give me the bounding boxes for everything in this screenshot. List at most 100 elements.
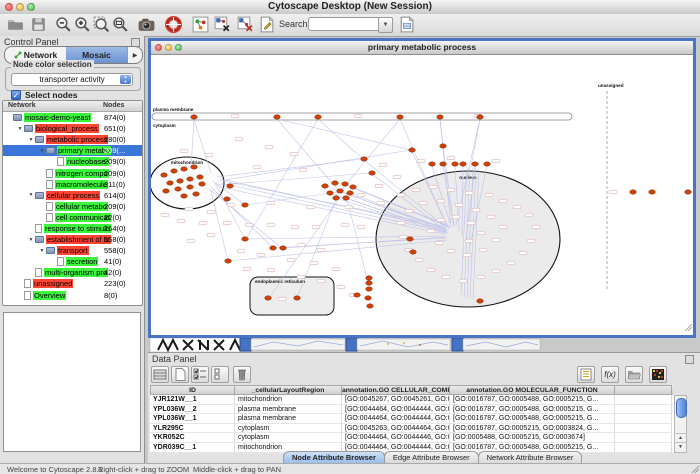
- node-label[interactable]: [237, 249, 245, 253]
- node-label[interactable]: [477, 275, 485, 279]
- network-node[interactable]: [630, 190, 637, 194]
- scroll-down-arrow[interactable]: ▼: [675, 442, 686, 452]
- network-node[interactable]: [477, 115, 484, 119]
- table-row[interactable]: YKR052Ccytoplasm[GO:0044464, GO:0044446,…: [150, 433, 674, 443]
- network-node[interactable]: [280, 246, 287, 250]
- node-label[interactable]: [527, 239, 535, 243]
- import-attributes-folder-icon[interactable]: [625, 366, 643, 383]
- node-label[interactable]: [472, 208, 480, 212]
- table-column-header[interactable]: annotation.GO CELLULAR_COMPONENT: [342, 385, 450, 395]
- data-panel-float-icon[interactable]: [685, 355, 694, 364]
- tree-row[interactable]: response to stimulu264(0): [3, 223, 142, 234]
- network-node[interactable]: [181, 194, 188, 198]
- node-label[interactable]: [185, 207, 193, 211]
- network-node[interactable]: [315, 115, 322, 119]
- network-node[interactable]: [161, 173, 168, 177]
- node-label[interactable]: [267, 223, 275, 227]
- node-label[interactable]: [267, 268, 275, 272]
- background-window-titlebar-1[interactable]: [240, 338, 251, 351]
- network-node[interactable]: [333, 196, 340, 200]
- node-label[interactable]: [312, 225, 320, 229]
- node-label[interactable]: [455, 203, 463, 207]
- node-label[interactable]: [205, 153, 213, 157]
- node-label[interactable]: [297, 275, 305, 279]
- new-attribute-icon[interactable]: [171, 366, 189, 383]
- network-node[interactable]: [197, 175, 204, 179]
- network-node[interactable]: [460, 162, 467, 166]
- table-column-header[interactable]: [615, 385, 672, 395]
- node-label[interactable]: [317, 279, 325, 283]
- node-label[interactable]: [519, 251, 527, 255]
- node-label[interactable]: [257, 253, 265, 257]
- node-label[interactable]: [299, 168, 307, 172]
- table-row[interactable]: YPL036W__1plasma membrane[GO:0044464, GO…: [150, 414, 674, 424]
- network-node[interactable]: [429, 162, 436, 166]
- expand-arrow-icon[interactable]: ▼: [16, 126, 24, 132]
- table-row[interactable]: YPL036W__2plasma membrane[GO:0044464, GO…: [150, 405, 674, 415]
- expand-arrow-icon[interactable]: ▼: [38, 248, 46, 254]
- network-node[interactable]: [242, 237, 249, 241]
- network-node[interactable]: [354, 293, 361, 297]
- tree-row[interactable]: nucleobase-209(0): [3, 156, 142, 167]
- node-label[interactable]: [465, 239, 473, 243]
- network-node[interactable]: [409, 148, 416, 152]
- select-attributes-icon[interactable]: [191, 366, 209, 383]
- node-label[interactable]: [492, 269, 500, 273]
- network-node[interactable]: [366, 287, 373, 291]
- tree-row[interactable]: ▼establishment of lo558(0): [3, 234, 142, 245]
- node-label[interactable]: [463, 253, 471, 257]
- table-row[interactable]: YJR121W__1mitochondrion[GO:0045267, GO:0…: [150, 395, 674, 405]
- table-row[interactable]: YLR295Ccytoplasm[GO:0045263, GO:0044464,…: [150, 424, 674, 434]
- node-label[interactable]: [357, 193, 365, 197]
- node-label[interactable]: [507, 261, 515, 265]
- node-label[interactable]: [207, 233, 215, 237]
- network-node[interactable]: [397, 115, 404, 119]
- network-canvas[interactable]: plasma membranecytoplasmmitochondrionnuc…: [151, 55, 693, 332]
- node-label[interactable]: [435, 241, 443, 245]
- node-label[interactable]: [354, 114, 362, 118]
- network-node[interactable]: [366, 276, 373, 280]
- network-node[interactable]: [685, 190, 692, 194]
- node-label[interactable]: [341, 223, 349, 227]
- tab-overflow-arrow[interactable]: ▶: [127, 47, 142, 63]
- help-lifering-icon[interactable]: [164, 15, 183, 34]
- node-label[interactable]: [447, 188, 455, 192]
- formula-builder-icon[interactable]: f(x): [601, 366, 619, 383]
- node-label[interactable]: [467, 221, 475, 225]
- node-label[interactable]: [609, 190, 617, 194]
- network-overview-icon[interactable]: [191, 15, 210, 34]
- node-label[interactable]: [177, 219, 185, 223]
- node-label[interactable]: [513, 205, 521, 209]
- network-node[interactable]: [332, 181, 339, 185]
- node-label[interactable]: [332, 267, 340, 271]
- network-node[interactable]: [342, 182, 349, 186]
- tree-row[interactable]: macromolecule311(0): [3, 179, 142, 190]
- network-node[interactable]: [181, 167, 188, 171]
- show-selected-nodes-icon[interactable]: [236, 15, 255, 34]
- node-label[interactable]: [405, 209, 413, 213]
- network-node[interactable]: [187, 185, 194, 189]
- expand-arrow-icon[interactable]: ▼: [27, 237, 35, 243]
- node-label[interactable]: [357, 225, 365, 229]
- expand-arrow-icon[interactable]: ▼: [27, 137, 35, 143]
- node-label[interactable]: [419, 201, 427, 205]
- network-node[interactable]: [347, 191, 354, 195]
- network-node[interactable]: [175, 187, 182, 191]
- tree-row[interactable]: ▼primary metabo209(...: [3, 145, 142, 156]
- node-label[interactable]: [393, 175, 401, 179]
- node-label[interactable]: [291, 225, 299, 229]
- network-node[interactable]: [369, 171, 376, 175]
- node-label[interactable]: [452, 215, 460, 219]
- node-label[interactable]: [290, 152, 298, 156]
- expand-arrow-icon[interactable]: ▼: [27, 192, 35, 198]
- network-node[interactable]: [337, 189, 344, 193]
- node-label[interactable]: [477, 231, 485, 235]
- save-session-icon[interactable]: [29, 15, 48, 34]
- network-node[interactable]: [440, 162, 447, 166]
- node-label[interactable]: [267, 201, 275, 205]
- node-label[interactable]: [187, 239, 195, 243]
- network-node[interactable]: [322, 184, 329, 188]
- node-label[interactable]: [180, 149, 188, 153]
- network-node[interactable]: [199, 182, 206, 186]
- open-session-icon[interactable]: [6, 15, 25, 34]
